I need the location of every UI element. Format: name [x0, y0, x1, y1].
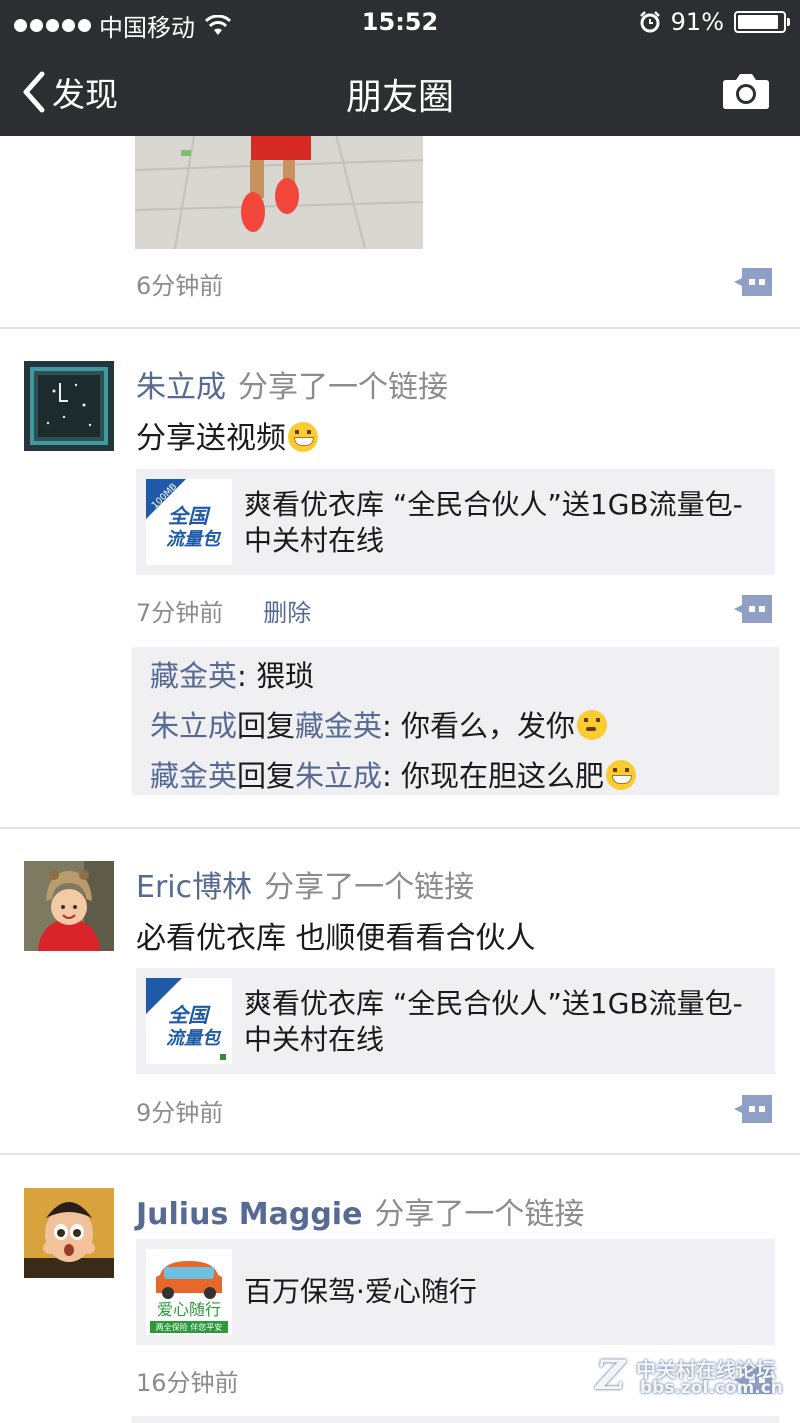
comment-reply-to[interactable]: 朱立成	[295, 759, 382, 793]
link-thumbnail: 全国 流量包	[146, 978, 232, 1064]
link-title: 百万保驾·爱心随行	[244, 1275, 477, 1308]
battery-fill	[738, 15, 779, 29]
shared-link-card[interactable]: 100MB 全国 流量包 爽看优衣库 “全民合伙人”送1GB流量包-中关村在线	[136, 469, 775, 575]
post-time: 6分钟前	[136, 272, 224, 300]
post-text-content: 分享送视频	[136, 421, 286, 456]
svg-text:全国: 全国	[168, 1003, 211, 1027]
comment-user[interactable]: 藏金英	[150, 759, 237, 793]
watermark-line2: bbs.zol.com.cn	[640, 1378, 783, 1398]
post-meta: 7分钟前 删除	[136, 593, 311, 628]
post-action: 分享了一个链接	[374, 1197, 585, 1232]
post-action: 分享了一个链接	[238, 370, 448, 405]
author-name[interactable]: Eric博林	[136, 870, 252, 905]
grin-emoji-icon	[606, 760, 637, 790]
data-pack-logo-icon: 全国 流量包	[146, 978, 232, 1064]
author-name[interactable]: Julius Maggie	[136, 1197, 362, 1232]
comment-reply-prefix: 回复	[237, 709, 296, 743]
link-thumbnail: 100MB 全国 流量包	[146, 479, 232, 565]
status-right: 91%	[639, 8, 790, 36]
post-text: 分享送视频	[136, 413, 318, 457]
post-divider	[0, 327, 800, 329]
thinking-emoji-icon	[577, 710, 608, 740]
svg-text:流量包: 流量包	[166, 529, 222, 550]
comment-text: : 猥琐	[237, 659, 315, 693]
post-text: 必看优衣库 也顺便看看合伙人	[136, 921, 536, 956]
comment-reply-to[interactable]: 藏金英	[295, 709, 382, 743]
avatar-image	[24, 1188, 114, 1278]
comment-icon[interactable]	[734, 595, 772, 623]
post-time: 7分钟前	[136, 599, 224, 627]
post-time: 16分钟前	[136, 1369, 239, 1397]
post-author[interactable]: 朱立成 分享了一个链接	[136, 362, 448, 406]
top-bar: 中国移动 15:52 91% 发现 朋友圈	[0, 0, 800, 136]
link-title: 爽看优衣库 “全民合伙人”送1GB流量包-中关村在线	[244, 488, 743, 557]
link-title: 爽看优衣库 “全民合伙人”送1GB流量包-中关村在线	[244, 987, 743, 1056]
comment-user[interactable]: 藏金英	[150, 659, 237, 693]
camera-icon[interactable]	[722, 70, 770, 110]
post-author[interactable]: Julius Maggie 分享了一个链接	[136, 1189, 584, 1233]
battery-icon	[734, 11, 790, 33]
delete-link[interactable]: 删除	[263, 599, 311, 627]
battery-percent: 91%	[670, 8, 724, 36]
svg-text:全国: 全国	[168, 504, 211, 528]
comment-reply-prefix: 回复	[237, 759, 296, 793]
avatar-image	[24, 861, 114, 951]
grin-emoji-icon	[288, 422, 318, 452]
avatar[interactable]	[24, 1188, 114, 1278]
car-insurance-logo-icon: 爱心随行 两全保险 伴您平安	[146, 1249, 232, 1335]
avatar[interactable]	[24, 861, 114, 951]
data-pack-logo-icon: 100MB 全国 流量包	[146, 479, 232, 565]
page-title: 朋友圈	[345, 77, 454, 118]
next-comment-panel	[132, 1416, 779, 1423]
nav-bar: 发现 朋友圈	[0, 46, 800, 136]
svg-text:流量包: 流量包	[166, 1028, 222, 1049]
comment-item[interactable]: 藏金英: 猥琐	[150, 651, 761, 701]
comment-text: : 你现在胆这么肥	[382, 759, 605, 793]
comment-user[interactable]: 朱立成	[150, 709, 237, 743]
thumb-title: 爱心随行	[157, 1300, 221, 1319]
comment-list: 藏金英: 猥琐 朱立成回复藏金英: 你看么，发你 藏金英回复朱立成: 你现在胆这…	[132, 647, 779, 795]
avatar[interactable]	[24, 361, 114, 451]
site-watermark: Z 中关村在线论坛 bbs.zol.com.cn	[596, 1352, 796, 1402]
post-image[interactable]	[135, 130, 423, 249]
comment-item[interactable]: 藏金英回复朱立成: 你现在胆这么肥	[150, 751, 761, 801]
author-name[interactable]: 朱立成	[136, 370, 226, 405]
shared-link-card[interactable]: 全国 流量包 爽看优衣库 “全民合伙人”送1GB流量包-中关村在线	[136, 968, 775, 1074]
shared-link-card[interactable]: 爱心随行 两全保险 伴您平安 百万保驾·爱心随行	[136, 1239, 775, 1345]
post-author[interactable]: Eric博林 分享了一个链接	[136, 862, 474, 906]
post-time: 9分钟前	[136, 1099, 224, 1127]
comment-icon[interactable]	[734, 1095, 772, 1123]
watermark-logo-icon: Z	[596, 1352, 626, 1399]
status-bar: 中国移动 15:52 91%	[0, 0, 800, 46]
thumb-subtitle: 两全保险 伴您平安	[156, 1322, 223, 1332]
comment-item[interactable]: 朱立成回复藏金英: 你看么，发你	[150, 701, 761, 751]
photo-legs-image	[135, 130, 423, 249]
comment-text: : 你看么，发你	[382, 709, 576, 743]
post-divider	[0, 827, 800, 829]
post-divider	[0, 1153, 800, 1155]
comment-icon[interactable]	[734, 268, 772, 296]
avatar-image	[24, 361, 114, 451]
link-thumbnail: 爱心随行 两全保险 伴您平安	[146, 1249, 232, 1335]
post-action: 分享了一个链接	[264, 870, 475, 905]
alarm-icon	[639, 11, 660, 33]
